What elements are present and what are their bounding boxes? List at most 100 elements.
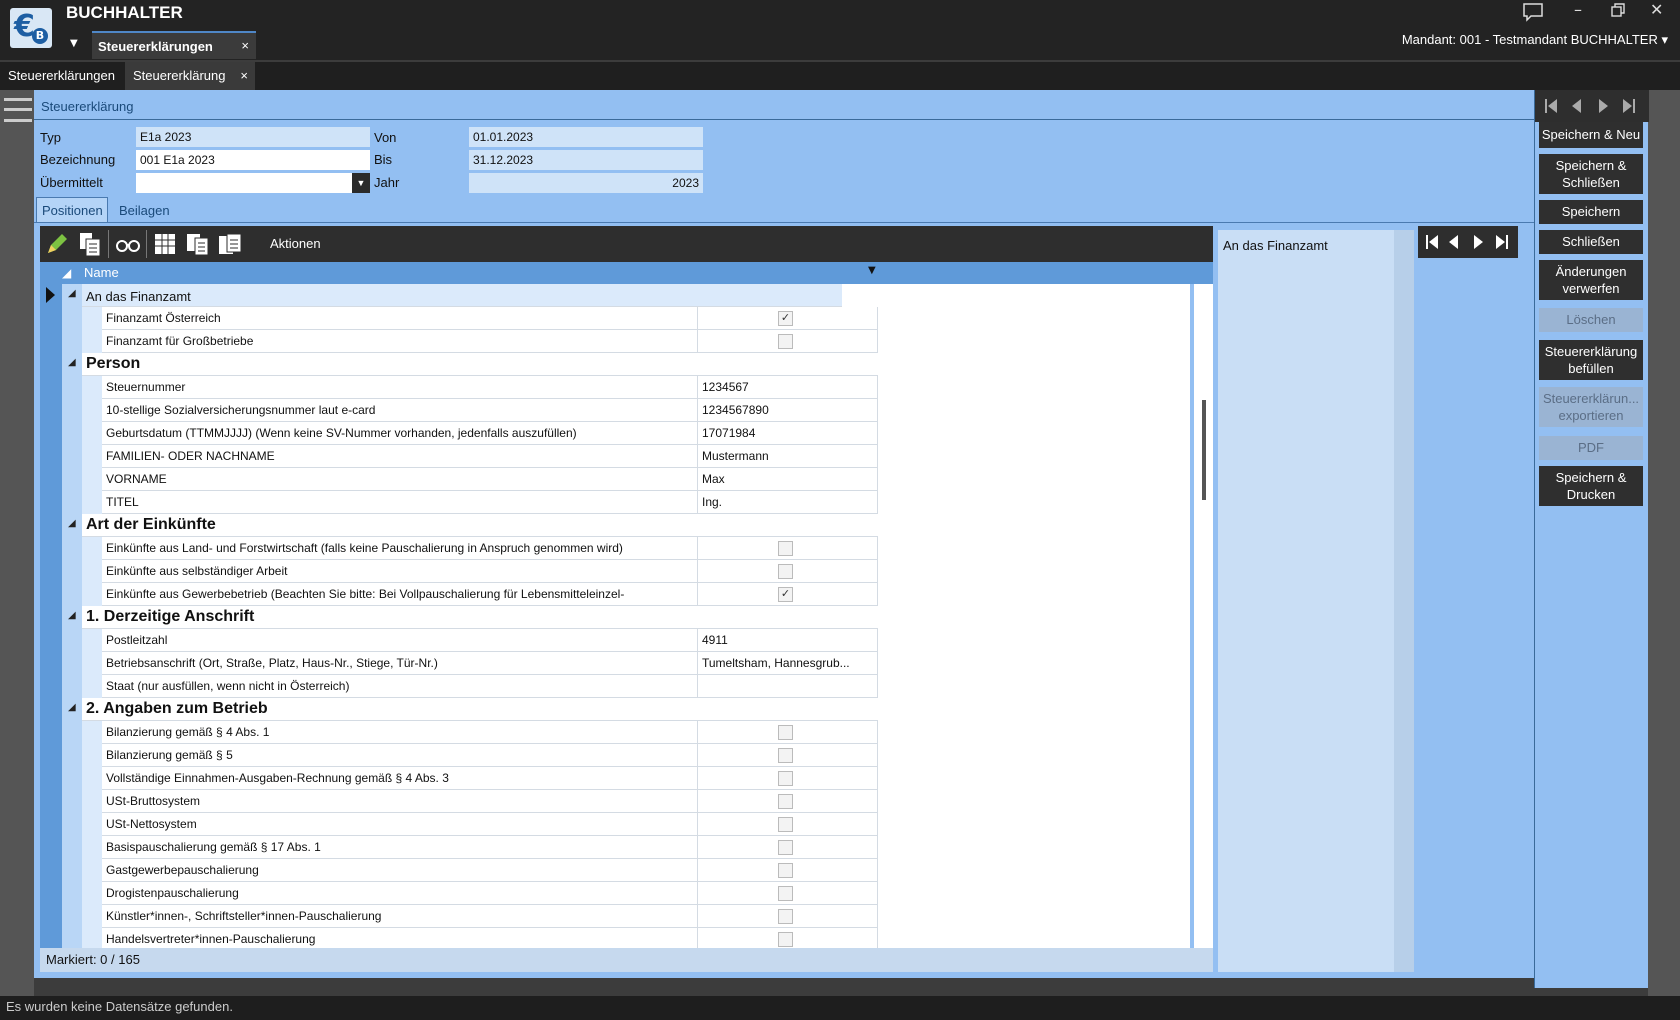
row-value[interactable]: 4911 (698, 629, 878, 652)
row-value[interactable]: Ing. (698, 491, 878, 514)
table-row[interactable]: Bilanzierung gemäß § 4 Abs. 1 (82, 721, 878, 744)
table-row[interactable]: Einkünfte aus Gewerbebetrieb (Beachten S… (82, 583, 878, 606)
clipboard-icon[interactable] (216, 231, 244, 257)
mandant-selector[interactable]: Mandant: 001 - Testmandant BUCHHALTER ▾ (1402, 32, 1668, 48)
row-checkbox[interactable] (778, 748, 793, 763)
column-name-header[interactable]: Name (84, 265, 119, 280)
row-checkbox[interactable] (778, 794, 793, 809)
minimize-icon[interactable]: – (1574, 0, 1582, 19)
table-row[interactable]: Einkünfte aus Land- und Forstwirtschaft … (82, 537, 878, 560)
tab-steuererklaerungen[interactable]: Steuererklärungen × (92, 31, 256, 59)
sort-down-icon[interactable]: ▼ (868, 265, 876, 276)
collapse-icon[interactable]: ◢ (68, 518, 76, 529)
binoculars-icon[interactable] (114, 231, 142, 257)
collapse-icon[interactable]: ◢ (68, 357, 76, 368)
table-row[interactable]: Finanzamt für Großbetriebe (82, 330, 878, 353)
table-row[interactable]: Künstler*innen-, Schriftsteller*innen-Pa… (82, 905, 878, 928)
row-value[interactable] (698, 675, 878, 698)
row-value[interactable]: 17071984 (698, 422, 878, 445)
row-checkbox[interactable]: ✓ (778, 311, 793, 326)
table-row[interactable]: Drogistenpauschalierung (82, 882, 878, 905)
row-checkbox[interactable] (778, 886, 793, 901)
table-row[interactable]: VORNAME Max (82, 468, 878, 491)
pdf-button[interactable]: PDF (1539, 436, 1643, 460)
collapse-icon[interactable]: ◢ (68, 702, 76, 713)
bis-field[interactable]: 31.12.2023 (469, 150, 703, 170)
collapse-icon[interactable]: ◢ (68, 610, 76, 621)
group-anschrift[interactable]: ◢ 1. Derzeitige Anschrift (68, 606, 878, 629)
tabs-dropdown-icon[interactable]: ▼ (70, 38, 78, 49)
row-checkbox[interactable] (778, 541, 793, 556)
last-record-icon[interactable] (1496, 235, 1508, 249)
group-betrieb[interactable]: ◢ 2. Angaben zum Betrieb (68, 698, 878, 721)
close-icon[interactable]: × (241, 38, 249, 53)
group-person[interactable]: ◢ Person (68, 353, 878, 376)
group-toggle-icon[interactable]: ◢ (62, 266, 71, 280)
menu-icon[interactable] (4, 98, 32, 122)
group-finanzamt[interactable]: ◢ An das Finanzamt (68, 284, 842, 307)
speichern-schliessen-button[interactable]: Speichern & Schließen (1539, 154, 1643, 194)
table-add-icon[interactable] (152, 231, 180, 257)
table-row[interactable]: Betriebsanschrift (Ort, Straße, Platz, H… (82, 652, 878, 675)
restore-icon[interactable] (1611, 2, 1625, 21)
first-record-icon[interactable] (1545, 99, 1557, 113)
last-record-icon[interactable] (1623, 99, 1635, 113)
exportieren-button[interactable]: Steuererklärun... exportieren (1539, 387, 1643, 427)
row-value[interactable]: 1234567890 (698, 399, 878, 422)
copy-icon[interactable] (76, 231, 104, 257)
bezeichnung-field[interactable]: 001 E1a 2023 (136, 150, 370, 170)
speichern-neu-button[interactable]: Speichern & Neu (1539, 122, 1643, 148)
detail-scrollbar[interactable] (1394, 230, 1414, 972)
subtab-steuererklaerung[interactable]: Steuererklärung × (125, 62, 255, 90)
table-row[interactable]: Gastgewerbepauschalierung (82, 859, 878, 882)
row-checkbox[interactable] (778, 771, 793, 786)
table-row[interactable]: Finanzamt Österreich ✓ (82, 307, 878, 330)
loeschen-button[interactable]: Löschen (1539, 308, 1643, 332)
edit-icon[interactable] (44, 231, 72, 257)
row-value[interactable]: Max (698, 468, 878, 491)
first-record-icon[interactable] (1426, 235, 1438, 249)
table-row[interactable]: Bilanzierung gemäß § 5 (82, 744, 878, 767)
tab-beilagen[interactable]: Beilagen (114, 197, 175, 223)
row-checkbox[interactable] (778, 334, 793, 349)
chevron-down-icon[interactable]: ▼ (352, 173, 370, 193)
collapse-icon[interactable]: ◢ (68, 288, 76, 299)
grid-scrollbar[interactable] (1194, 284, 1213, 948)
row-checkbox[interactable] (778, 932, 793, 947)
jahr-field[interactable]: 2023 (469, 173, 703, 193)
speichern-drucken-button[interactable]: Speichern & Drucken (1539, 466, 1643, 506)
speichern-button[interactable]: Speichern (1539, 200, 1643, 224)
row-checkbox[interactable] (778, 817, 793, 832)
table-row[interactable]: FAMILIEN- ODER NACHNAME Mustermann (82, 445, 878, 468)
row-value[interactable]: 1234567 (698, 376, 878, 399)
row-checkbox[interactable] (778, 863, 793, 878)
scrollbar-thumb[interactable] (1202, 400, 1206, 500)
table-row[interactable]: Einkünfte aus selbständiger Arbeit (82, 560, 878, 583)
table-row[interactable]: Geburtsdatum (TTMMJJJJ) (Wenn keine SV-N… (82, 422, 878, 445)
next-record-icon[interactable] (1599, 99, 1608, 113)
befuellen-button[interactable]: Steuererklärung befüllen (1539, 340, 1643, 380)
table-row[interactable]: TITEL Ing. (82, 491, 878, 514)
row-checkbox[interactable] (778, 909, 793, 924)
von-field[interactable]: 01.01.2023 (469, 127, 703, 147)
row-value[interactable]: Tumeltsham, Hannesgrub... (698, 652, 878, 675)
table-row[interactable]: Postleitzahl 4911 (82, 629, 878, 652)
row-checkbox[interactable] (778, 725, 793, 740)
table-row[interactable]: Steuernummer 1234567 (82, 376, 878, 399)
tab-positionen[interactable]: Positionen (36, 197, 108, 223)
table-row[interactable]: Handelsvertreter*innen-Pauschalierung (82, 928, 878, 948)
group-einkuenfte[interactable]: ◢ Art der Einkünfte (68, 514, 878, 537)
feedback-icon[interactable] (1522, 2, 1544, 26)
row-checkbox[interactable] (778, 564, 793, 579)
previous-record-icon[interactable] (1449, 235, 1458, 249)
uebermittelt-select[interactable]: ▼ (136, 173, 370, 193)
subtab-steuererklaerungen[interactable]: Steuererklärungen (0, 62, 123, 90)
copy-document-icon[interactable] (184, 231, 212, 257)
table-row[interactable]: USt-Nettosystem (82, 813, 878, 836)
previous-record-icon[interactable] (1572, 99, 1581, 113)
row-value[interactable]: Mustermann (698, 445, 878, 468)
table-row[interactable]: USt-Bruttosystem (82, 790, 878, 813)
aenderungen-verwerfen-button[interactable]: Änderungen verwerfen (1539, 260, 1643, 300)
table-row[interactable]: Vollständige Einnahmen-Ausgaben-Rechnung… (82, 767, 878, 790)
table-row[interactable]: Basispauschalierung gemäß § 17 Abs. 1 (82, 836, 878, 859)
